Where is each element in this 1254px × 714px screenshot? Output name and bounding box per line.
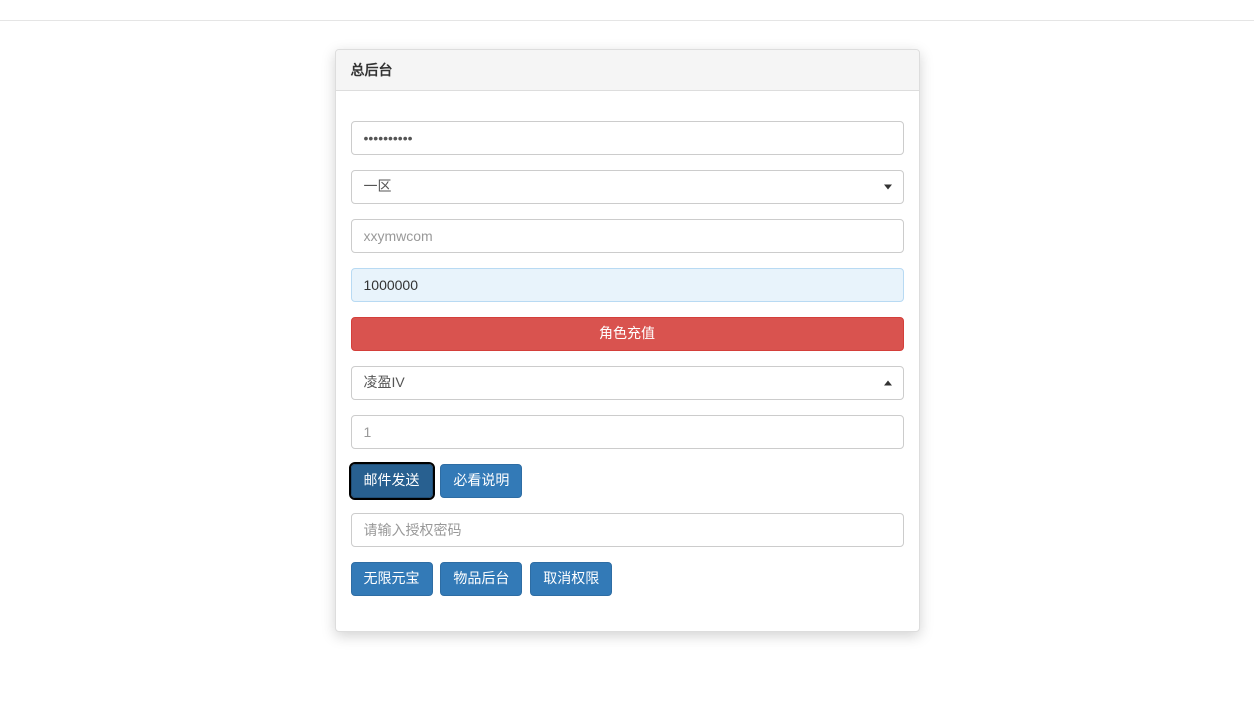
auth-password-input[interactable] — [351, 513, 904, 547]
footer-button-row: 无限元宝 物品后台 取消权限 — [351, 562, 904, 596]
zone-select[interactable]: 一区 — [351, 170, 904, 204]
main-panel: 总后台 一区 角色充值 凌盈IV 邮件发送 必看说明 无限元宝 物品后台 — [335, 49, 920, 632]
quantity-input[interactable] — [351, 415, 904, 449]
unlimited-yuanbao-button[interactable]: 无限元宝 — [351, 562, 433, 596]
password-input[interactable] — [351, 121, 904, 155]
panel-title: 总后台 — [336, 50, 919, 91]
panel-body: 一区 角色充值 凌盈IV 邮件发送 必看说明 无限元宝 物品后台 取消权限 — [336, 91, 919, 631]
cancel-permission-button[interactable]: 取消权限 — [530, 562, 612, 596]
mail-send-button[interactable]: 邮件发送 — [351, 464, 433, 498]
amount-input[interactable] — [351, 268, 904, 302]
role-select[interactable]: 凌盈IV — [351, 366, 904, 400]
role-select-wrap: 凌盈IV — [351, 366, 904, 400]
zone-select-wrap: 一区 — [351, 170, 904, 204]
account-input[interactable] — [351, 219, 904, 253]
mail-button-row: 邮件发送 必看说明 — [351, 464, 904, 498]
item-backend-button[interactable]: 物品后台 — [440, 562, 522, 596]
recharge-button[interactable]: 角色充值 — [351, 317, 904, 351]
top-divider — [0, 20, 1254, 21]
must-read-button[interactable]: 必看说明 — [440, 464, 522, 498]
